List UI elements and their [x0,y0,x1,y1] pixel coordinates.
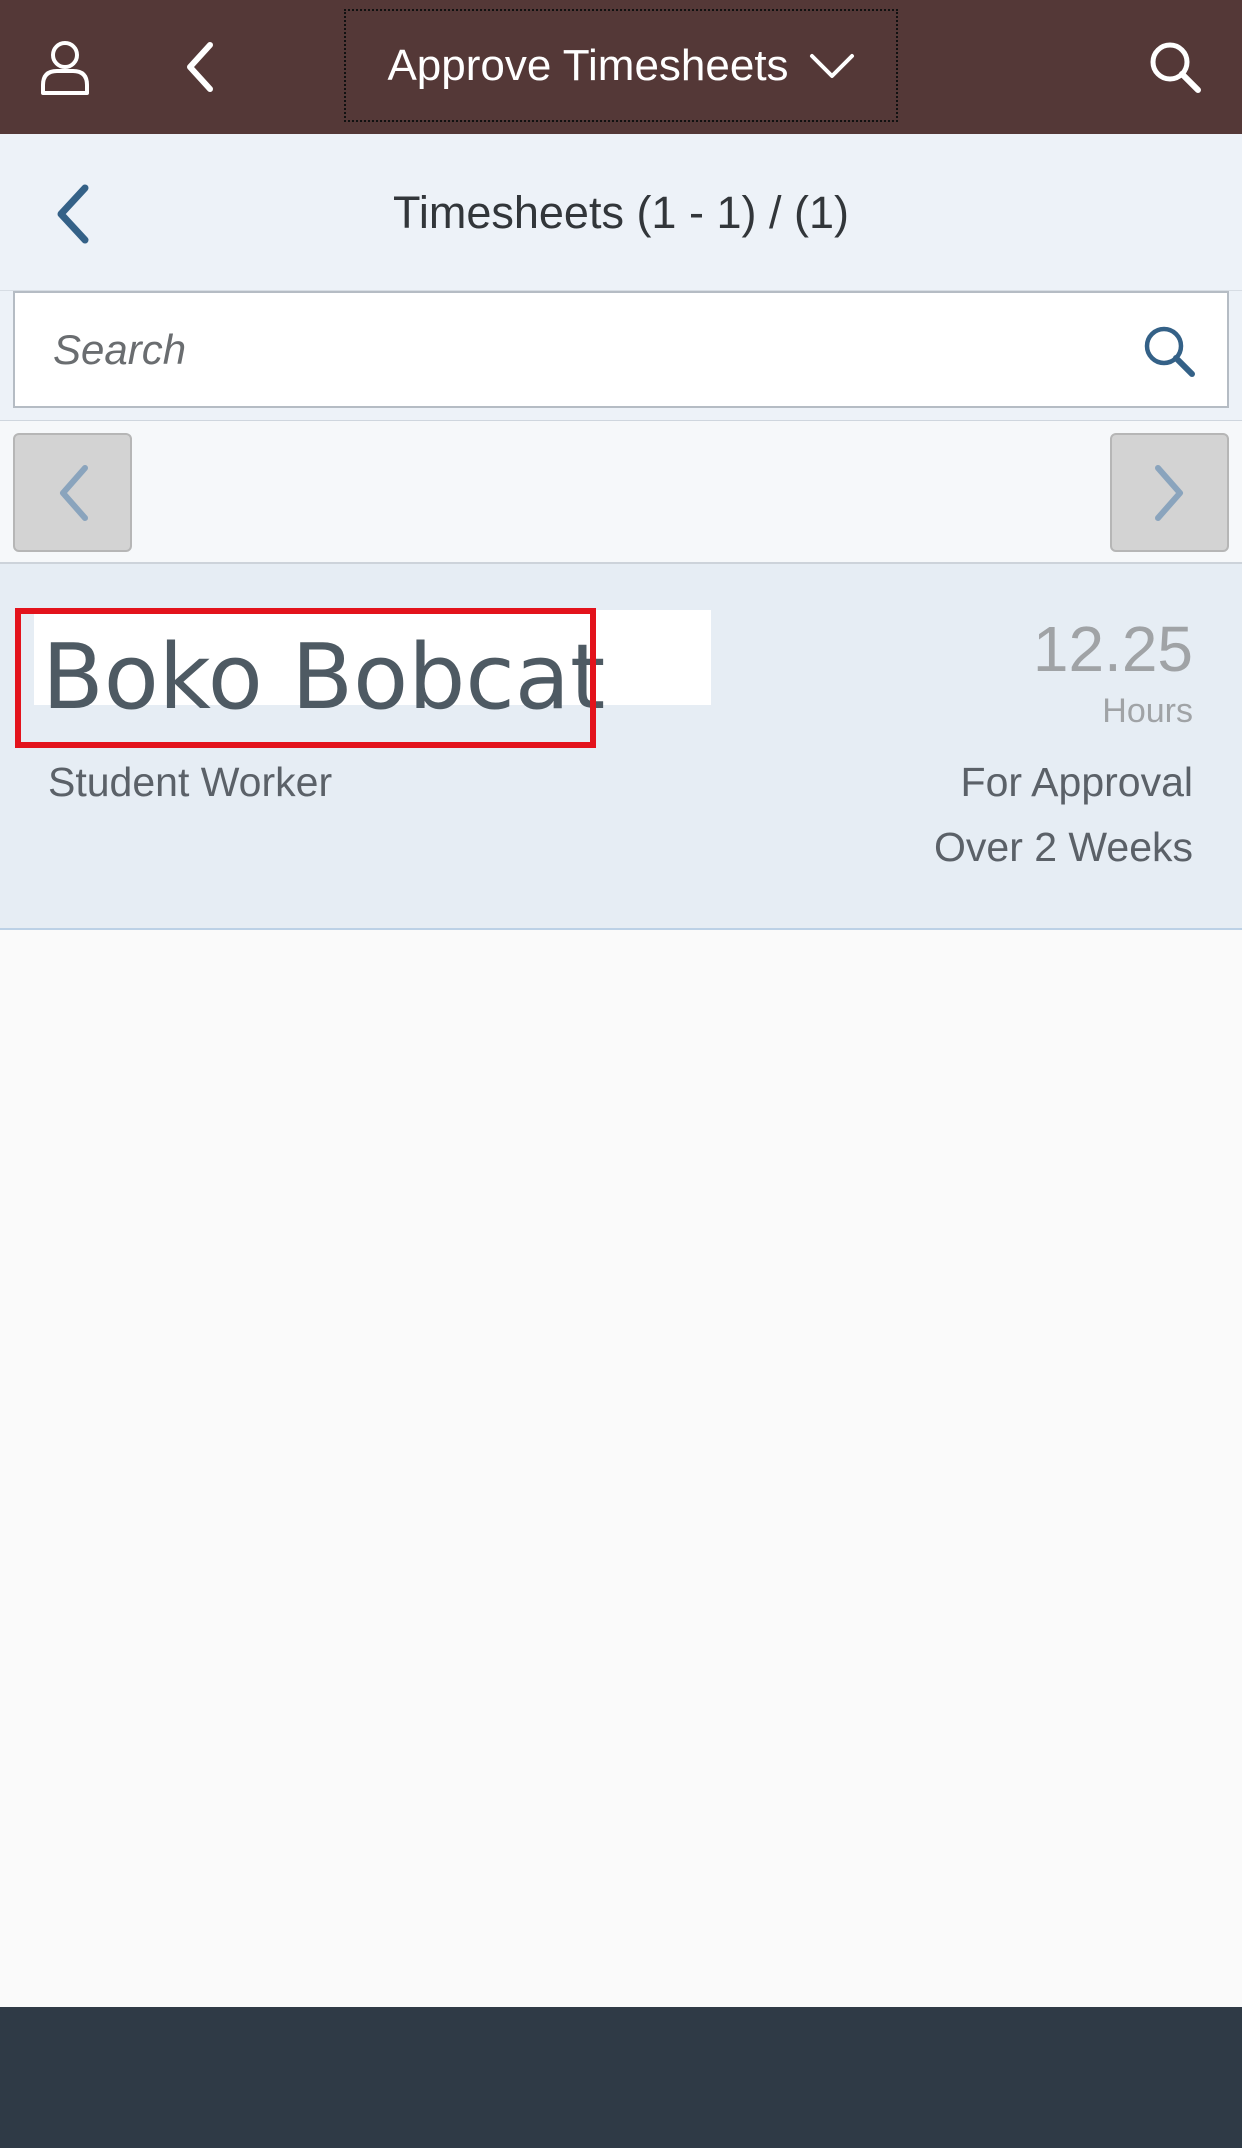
search-bar [0,291,1242,421]
previous-page-button[interactable] [13,433,132,552]
app-title-menu[interactable]: Approve Timesheets [344,9,898,122]
hours-unit: Hours [1102,692,1193,730]
timesheet-period: Over 2 Weeks [934,824,1193,870]
page-title: Timesheets (1 - 1) / (1) [393,186,849,238]
search-icon [1150,42,1201,93]
search-field[interactable] [13,291,1229,408]
chevron-down-icon [809,53,854,78]
chevron-left-icon [187,42,213,92]
chevron-left-icon [57,184,89,244]
next-page-button[interactable] [1110,433,1229,552]
page-header: Timesheets (1 - 1) / (1) [0,134,1242,291]
timesheet-list-item[interactable]: Boko Bobcat Student Worker 12.25 Hours F… [0,564,1242,930]
chevron-right-icon [1154,464,1183,521]
footer-bar [0,2007,1242,2148]
shell-bar: Approve Timesheets [0,0,1242,134]
shell-search-button[interactable] [1135,0,1215,134]
pager-bar [0,421,1242,564]
search-icon[interactable] [1141,323,1197,379]
approval-status: For Approval [960,759,1193,805]
search-input[interactable] [53,293,1113,406]
hours-value: 12.25 [1032,613,1193,685]
highlight-box [15,608,596,748]
user-profile-button[interactable] [25,0,105,134]
shell-back-button[interactable] [160,0,240,134]
chevron-left-icon [59,464,88,521]
nav-back-button[interactable] [42,174,102,254]
app-title: Approve Timesheets [387,40,789,90]
user-icon [41,41,89,95]
employee-role: Student Worker [48,759,333,805]
